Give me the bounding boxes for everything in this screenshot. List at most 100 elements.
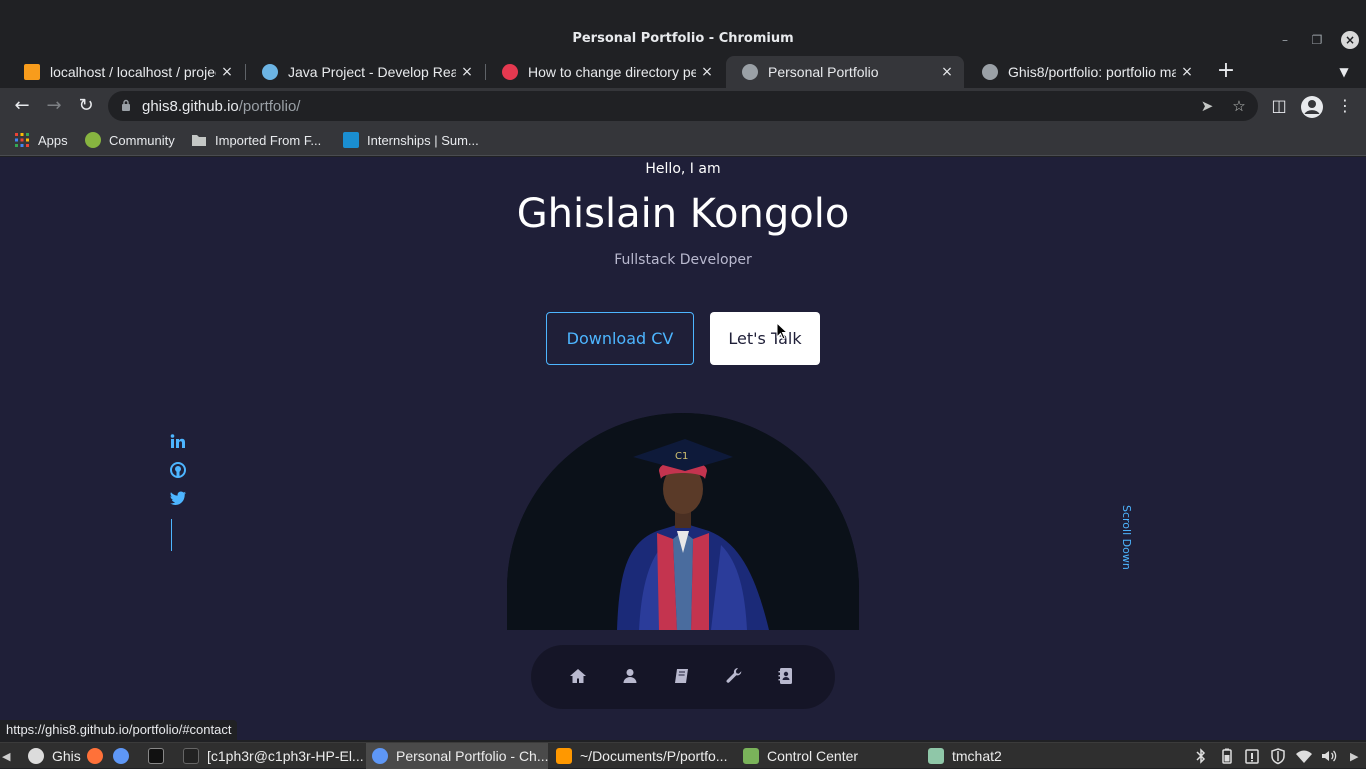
maximize-icon[interactable]: ❐ [1308, 31, 1326, 49]
hero-greeting: Hello, I am [645, 161, 721, 177]
folder-icon [192, 135, 206, 146]
taskbar-folder-window[interactable]: tmchat2 [928, 743, 1002, 769]
chromium-icon [372, 748, 388, 764]
new-tab-icon[interactable]: + [1216, 56, 1236, 88]
taskbar-scroll-left-icon[interactable]: ◀ [2, 743, 18, 769]
bookmark-apps[interactable]: Apps [14, 130, 68, 150]
tab-change-directory[interactable]: How to change directory permissions × [486, 56, 724, 88]
tab-close-icon[interactable]: × [1176, 64, 1198, 80]
contact-book-icon[interactable] [775, 665, 797, 687]
window-titlebar: Personal Portfolio - Chromium – ❐ × [0, 0, 1366, 56]
twitter-icon[interactable] [168, 488, 188, 508]
back-icon[interactable]: ← [10, 94, 34, 118]
reload-icon[interactable]: ↻ [74, 94, 98, 118]
lets-talk-button[interactable]: Let's Talk [710, 312, 820, 365]
profile-photo: C1 [507, 413, 859, 630]
user-icon[interactable] [619, 665, 641, 687]
tab-close-icon[interactable]: × [696, 64, 718, 80]
side-panel-icon[interactable]: ◫ [1269, 94, 1289, 118]
lock-icon[interactable] [121, 99, 131, 111]
shield-icon[interactable] [1269, 747, 1287, 765]
url-host: ghis8.github.io [142, 98, 239, 115]
tab-strip: localhost / localhost / projects × Java … [0, 56, 1366, 88]
tab-close-icon[interactable]: × [216, 64, 238, 80]
terminal-window-icon [183, 748, 199, 764]
tab-close-icon[interactable]: × [456, 64, 478, 80]
taskbar-sublime-window[interactable]: ~/Documents/P/portfo... [556, 743, 736, 769]
internshala-icon [343, 132, 359, 148]
tab-label: Java Project - Develop Real-time [288, 64, 456, 80]
taskbar-label: Control Center [767, 748, 859, 764]
community-icon [85, 132, 101, 148]
wifi-icon[interactable] [1295, 747, 1313, 765]
bluetooth-icon[interactable] [1192, 747, 1210, 765]
github-icon[interactable] [168, 460, 188, 480]
apps-grid-icon [15, 133, 29, 147]
volume-icon[interactable] [1320, 747, 1338, 765]
profile-icon[interactable] [1300, 95, 1324, 119]
browser-toolbar: ← → ↻ ghis8.github.io/portfolio/ ➤ ☆ [0, 88, 1366, 124]
send-icon[interactable]: ➤ [1198, 97, 1216, 115]
clipboard-icon[interactable] [1243, 747, 1261, 765]
taskbar-scroll-right-icon[interactable]: ▶ [1350, 743, 1362, 769]
taskbar-label: Ghis [52, 748, 81, 764]
bookmark-star-icon[interactable]: ☆ [1230, 97, 1248, 115]
bookmark-imported[interactable]: Imported From F... [191, 130, 321, 150]
chromium-icon [113, 748, 129, 764]
java-icon [262, 64, 278, 80]
window-title: Personal Portfolio - Chromium [572, 31, 794, 46]
tab-label: Personal Portfolio [768, 64, 879, 80]
wrench-icon[interactable] [723, 665, 745, 687]
user-switch-icon [28, 748, 44, 764]
bookmark-community[interactable]: Community [85, 130, 175, 150]
bookmark-label: Imported From F... [215, 132, 322, 148]
tab-label: localhost / localhost / projects [50, 64, 216, 80]
tab-search-icon[interactable]: ▼ [1336, 62, 1352, 82]
bookmark-label: Internships | Sum... [367, 132, 479, 148]
tab-localhost[interactable]: localhost / localhost / projects × [8, 56, 244, 88]
taskbar-label: Personal Portfolio - Ch... [396, 748, 548, 764]
sublime-icon [556, 748, 572, 764]
taskbar-user-switcher[interactable]: Ghis [28, 743, 81, 769]
taskbar-terminal-window[interactable]: [c1ph3r@c1ph3r-HP-El... [183, 743, 363, 769]
hero-role: Fullstack Developer [614, 252, 752, 268]
bookmarks-bar: Apps Community Imported From F... Intern… [0, 124, 1366, 156]
home-icon[interactable] [567, 665, 589, 687]
book-icon[interactable] [671, 665, 693, 687]
os-taskbar: ◀ Ghis [c1ph3r@c1ph3r-HP-El... Personal … [0, 742, 1366, 769]
bookmark-internships[interactable]: Internships | Sum... [343, 130, 479, 150]
taskbar-chromium-launcher[interactable] [113, 743, 137, 769]
portfolio-page: Hello, I am Ghislain Kongolo Fullstack D… [0, 157, 1366, 740]
minimize-icon[interactable]: – [1276, 31, 1294, 49]
linkedin-icon[interactable] [168, 432, 188, 452]
scroll-down-link[interactable]: Scroll Down [1117, 505, 1133, 575]
menu-icon[interactable]: ⋮ [1335, 94, 1355, 118]
phpmyadmin-icon [24, 64, 40, 80]
tab-close-icon[interactable]: × [936, 64, 958, 80]
url-path: /portfolio/ [238, 98, 301, 115]
url-text[interactable]: ghis8.github.io/portfolio/ [142, 98, 300, 115]
firefox-icon [87, 748, 103, 764]
taskbar-firefox-launcher[interactable] [87, 743, 111, 769]
mouse-cursor-icon [776, 322, 788, 340]
tab-java-project[interactable]: Java Project - Develop Real-time × [246, 56, 484, 88]
social-divider-line [171, 519, 172, 551]
battery-icon[interactable] [1218, 747, 1236, 765]
graduate-portrait-image: C1 [507, 413, 859, 630]
taskbar-control-center-window[interactable]: Control Center [743, 743, 858, 769]
tab-github-portfolio[interactable]: Ghis8/portfolio: portfolio made × [966, 56, 1204, 88]
forward-icon[interactable]: → [42, 94, 66, 118]
taskbar-terminal-launcher[interactable] [148, 743, 172, 769]
taskbar-label: tmchat2 [952, 748, 1002, 764]
bookmark-label: Community [109, 132, 175, 148]
taskbar-chromium-window[interactable]: Personal Portfolio - Ch... [366, 743, 548, 769]
tab-label: Ghis8/portfolio: portfolio made [1008, 64, 1176, 80]
close-icon[interactable]: × [1341, 31, 1359, 49]
tab-label: How to change directory permissions [528, 64, 696, 80]
page-nav-bar [531, 645, 835, 709]
address-bar[interactable]: ghis8.github.io/portfolio/ ➤ ☆ [108, 91, 1258, 121]
download-cv-button[interactable]: Download CV [546, 312, 694, 365]
tab-personal-portfolio[interactable]: Personal Portfolio × [726, 56, 964, 88]
taskbar-label: ~/Documents/P/portfo... [580, 748, 728, 764]
video-icon [502, 64, 518, 80]
